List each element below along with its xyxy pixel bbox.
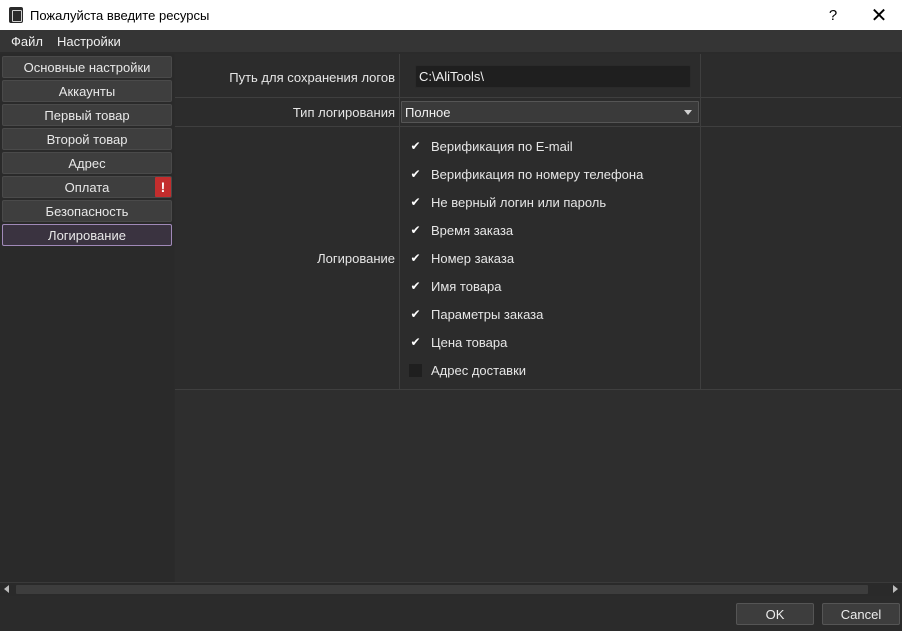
sidebar-item-label: Безопасность: [45, 203, 129, 219]
sidebar: Основные настройки Аккаунты Первый товар…: [0, 54, 174, 582]
check-icon: ✔: [409, 222, 422, 237]
sidebar-item-label: Второй товар: [46, 131, 128, 147]
sidebar-item-accounts[interactable]: Аккаунты: [2, 80, 172, 102]
sidebar-item-first-product[interactable]: Первый товар: [2, 104, 172, 126]
check-icon: ✔: [409, 334, 422, 349]
sidebar-item-label: Адрес: [68, 155, 106, 171]
ok-button[interactable]: OK: [736, 603, 814, 625]
scroll-right-icon[interactable]: [893, 585, 898, 593]
logging-label: Логирование: [317, 251, 395, 266]
check-icon: ✔: [409, 138, 422, 153]
check-icon: ✔: [409, 194, 422, 209]
sidebar-item-general-settings[interactable]: Основные настройки: [2, 56, 172, 78]
sidebar-item-label: Оплата: [64, 179, 110, 195]
sidebar-item-label: Основные настройки: [23, 59, 151, 75]
checkbox-delivery-address[interactable]: Адрес доставки: [409, 360, 526, 380]
chevron-down-icon: [684, 110, 692, 115]
app-icon: [9, 7, 23, 23]
checkbox-product-price[interactable]: ✔ Цена товара: [409, 332, 507, 352]
sidebar-item-payment[interactable]: Оплата !: [2, 176, 172, 198]
help-button[interactable]: ?: [822, 0, 844, 30]
check-icon: ✔: [409, 166, 422, 181]
sidebar-item-second-product[interactable]: Второй товар: [2, 128, 172, 150]
cancel-button[interactable]: Cancel: [822, 603, 900, 625]
checkbox-order-time[interactable]: ✔ Время заказа: [409, 220, 513, 240]
logging-form: Путь для сохранения логов Тип логировани…: [175, 54, 901, 390]
check-icon: ✔: [409, 306, 422, 321]
scroll-thumb[interactable]: [16, 585, 868, 594]
dialog-footer: OK Cancel: [0, 596, 902, 631]
sidebar-item-security[interactable]: Безопасность: [2, 200, 172, 222]
checkbox-empty-icon: [409, 363, 422, 377]
menu-bar: Файл Настройки: [0, 30, 902, 52]
menu-file[interactable]: Файл: [0, 34, 50, 49]
checkbox-wrong-login[interactable]: ✔ Не верный логин или пароль: [409, 192, 606, 212]
path-label: Путь для сохранения логов: [229, 70, 395, 85]
checkbox-email-verification[interactable]: ✔ Верификация по E-mail: [409, 136, 573, 156]
log-path-input[interactable]: [415, 65, 691, 88]
check-icon: ✔: [409, 250, 422, 265]
log-type-value: Полное: [405, 104, 451, 120]
divider: [175, 97, 901, 98]
main-panel: Путь для сохранения логов Тип логировани…: [175, 54, 901, 582]
divider: [175, 126, 901, 127]
sidebar-item-logging[interactable]: Логирование: [2, 224, 172, 246]
divider: [175, 389, 901, 390]
scroll-left-icon[interactable]: [4, 585, 9, 593]
divider: [399, 54, 400, 390]
sidebar-item-label: Аккаунты: [58, 83, 116, 99]
sidebar-item-address[interactable]: Адрес: [2, 152, 172, 174]
window-title: Пожалуйста введите ресурсы: [30, 7, 210, 23]
title-bar: Пожалуйста введите ресурсы ? ✕: [0, 0, 902, 30]
menu-settings[interactable]: Настройки: [50, 34, 128, 49]
close-button[interactable]: ✕: [856, 0, 902, 30]
checkbox-phone-verification[interactable]: ✔ Верификация по номеру телефона: [409, 164, 643, 184]
sidebar-item-label: Логирование: [48, 227, 126, 243]
checkbox-product-name[interactable]: ✔ Имя товара: [409, 276, 501, 296]
divider: [700, 54, 701, 390]
sidebar-item-label: Первый товар: [44, 107, 130, 123]
horizontal-scrollbar[interactable]: [0, 582, 902, 596]
warning-icon: !: [155, 177, 171, 197]
checkbox-order-number[interactable]: ✔ Номер заказа: [409, 248, 514, 268]
log-type-select[interactable]: Полное: [401, 101, 699, 123]
log-type-label: Тип логирования: [292, 105, 395, 120]
check-icon: ✔: [409, 278, 422, 293]
checkbox-order-params[interactable]: ✔ Параметры заказа: [409, 304, 543, 324]
